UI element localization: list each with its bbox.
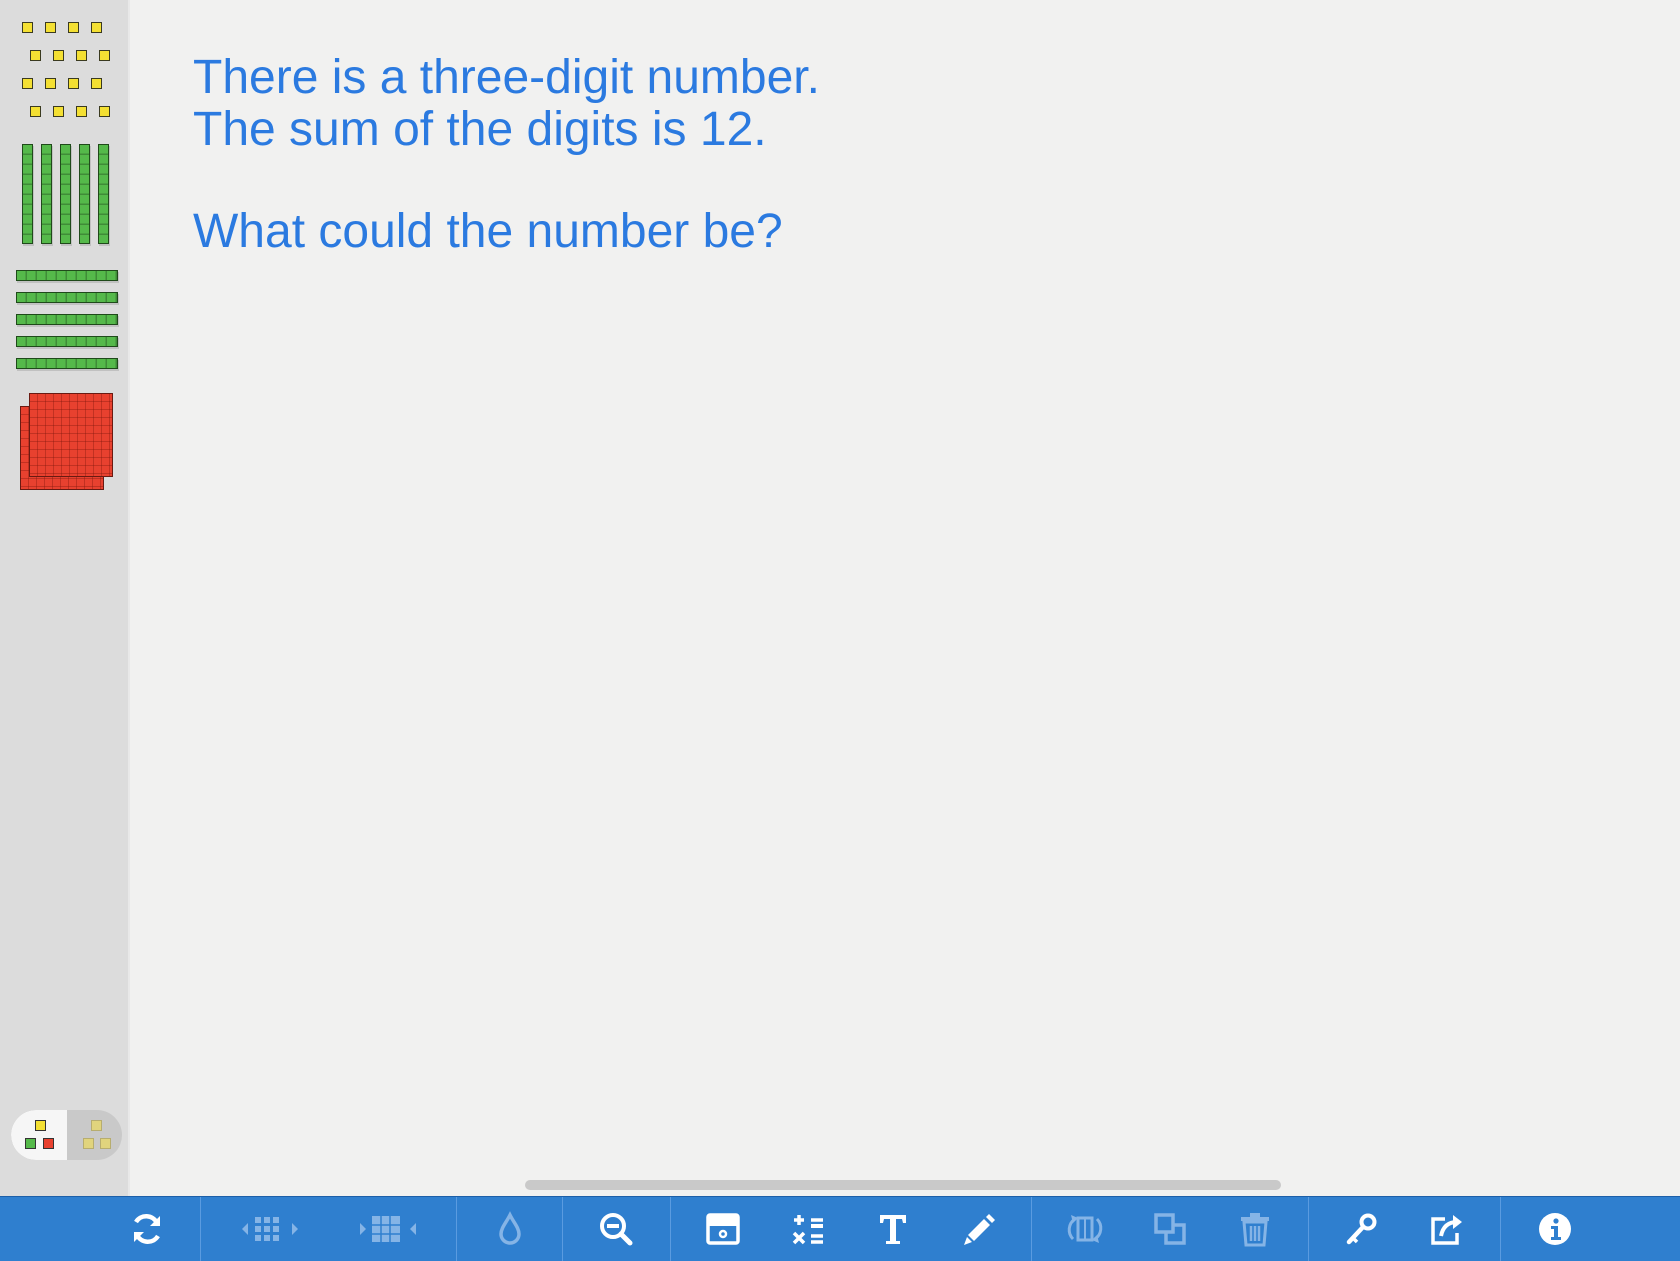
color-blocks-icon-red: [43, 1138, 54, 1149]
zoom-out-icon: [596, 1209, 636, 1249]
color-drop-icon: [495, 1209, 525, 1249]
zoom-out-button[interactable]: [581, 1197, 651, 1261]
prompt-line-3: What could the number be?: [193, 205, 783, 258]
key-icon: [1342, 1209, 1382, 1249]
group-icon: [356, 1209, 420, 1249]
prompt-line-2: The sum of the digits is 12.: [193, 103, 767, 156]
group-button[interactable]: [353, 1197, 423, 1261]
ones-cubes-tool[interactable]: [18, 18, 118, 126]
plain-blocks-icon: [91, 1120, 102, 1131]
pencil-icon: [958, 1209, 998, 1249]
workspace-text-box[interactable]: There is a three-digit number. The sum o…: [193, 52, 820, 258]
pencil-button[interactable]: [943, 1197, 1013, 1261]
duplicate-icon: [1150, 1209, 1190, 1249]
share-icon: [1427, 1209, 1467, 1249]
color-blocks-icon: [35, 1120, 46, 1131]
reset-icon: [127, 1209, 167, 1249]
block-sidebar: [0, 0, 130, 1196]
tens-horizontal-rods-tool[interactable]: [14, 268, 122, 372]
plain-blocks-icon-2: [83, 1138, 94, 1149]
ungroup-button[interactable]: [235, 1197, 305, 1261]
horizontal-scrollbar[interactable]: [525, 1180, 1281, 1190]
rotate-icon: [1061, 1209, 1109, 1249]
info-button[interactable]: [1520, 1197, 1590, 1261]
color-blocks-icon-green: [25, 1138, 36, 1149]
color-blocks-option[interactable]: [11, 1110, 67, 1160]
color-drop-button[interactable]: [475, 1197, 545, 1261]
bottom-toolbar: [0, 1196, 1680, 1261]
rotate-button[interactable]: [1050, 1197, 1120, 1261]
reset-button[interactable]: [112, 1197, 182, 1261]
operations-button[interactable]: [773, 1197, 843, 1261]
text-tool-button[interactable]: [858, 1197, 928, 1261]
text-icon: [873, 1209, 913, 1249]
tens-vertical-rods-tool[interactable]: [18, 142, 118, 250]
duplicate-button[interactable]: [1135, 1197, 1205, 1261]
plain-blocks-option[interactable]: [67, 1110, 122, 1160]
trash-icon: [1235, 1209, 1275, 1249]
ungroup-icon: [238, 1209, 302, 1249]
screen-cover-icon: [703, 1209, 743, 1249]
info-icon: [1535, 1209, 1575, 1249]
plain-blocks-icon-3: [100, 1138, 111, 1149]
hundreds-flats-tool[interactable]: [18, 390, 118, 498]
prompt-line-1: There is a three-digit number.: [193, 51, 820, 104]
trash-button[interactable]: [1220, 1197, 1290, 1261]
share-button[interactable]: [1412, 1197, 1482, 1261]
key-button[interactable]: [1327, 1197, 1397, 1261]
block-palette-toggle[interactable]: [11, 1110, 122, 1160]
operations-icon: [788, 1209, 828, 1249]
screen-cover-button[interactable]: [688, 1197, 758, 1261]
